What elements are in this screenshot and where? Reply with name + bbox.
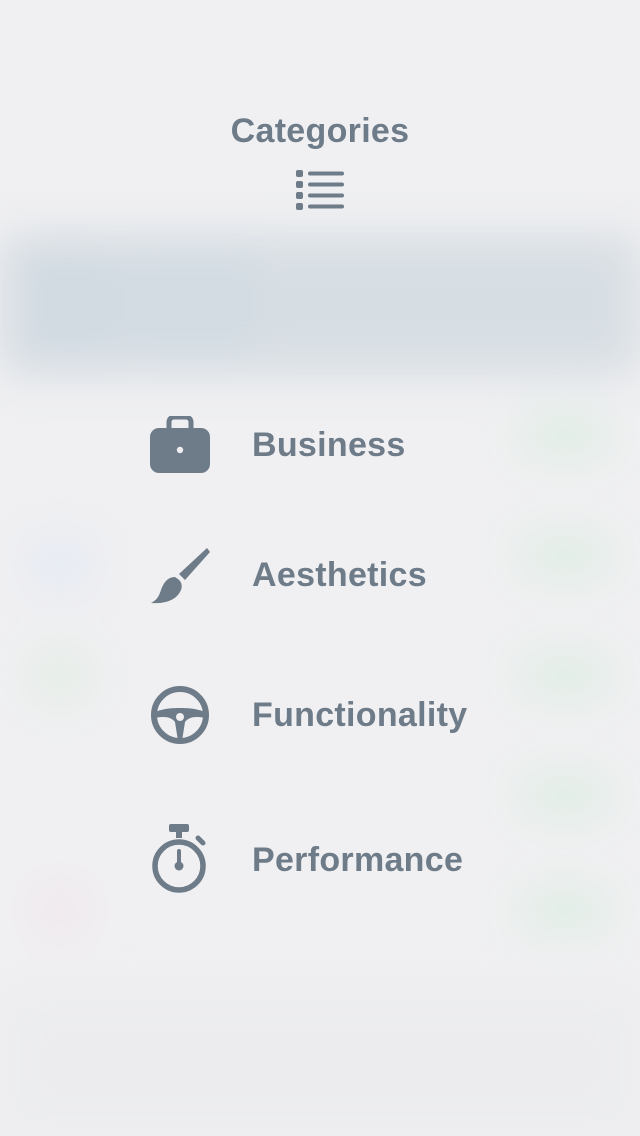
- category-label: Business: [252, 425, 406, 464]
- category-label: Performance: [252, 840, 464, 879]
- category-label: Aesthetics: [252, 555, 427, 594]
- category-business[interactable]: Business: [148, 413, 528, 477]
- list-icon[interactable]: [296, 168, 344, 212]
- stopwatch-icon: [148, 824, 212, 893]
- steering-wheel-icon: [148, 683, 212, 747]
- category-menu-overlay: Categories Business Aesthetics Functiona…: [0, 0, 640, 1136]
- category-label: Functionality: [252, 695, 468, 734]
- paintbrush-icon: [148, 543, 212, 607]
- menu-title: Categories: [230, 112, 410, 150]
- category-aesthetics[interactable]: Aesthetics: [148, 543, 528, 607]
- briefcase-icon: [148, 413, 212, 477]
- category-functionality[interactable]: Functionality: [148, 683, 528, 747]
- category-performance[interactable]: Performance: [148, 824, 528, 893]
